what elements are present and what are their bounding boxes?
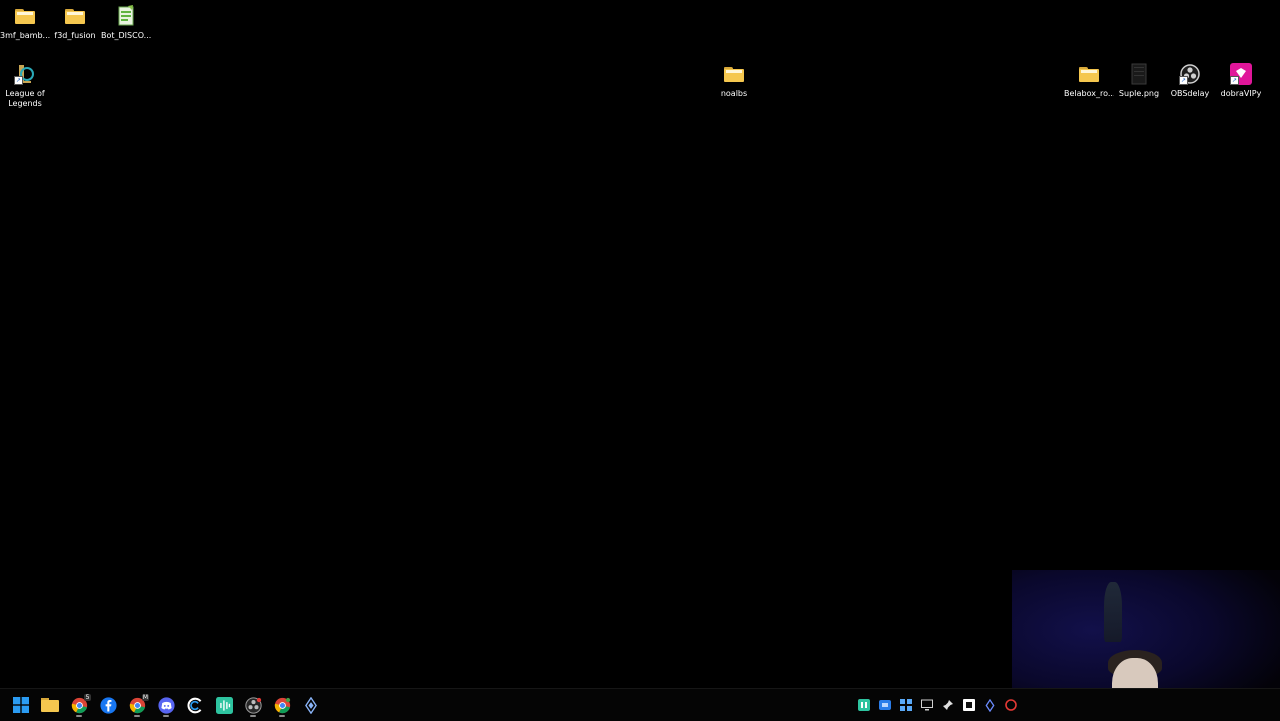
discord-icon [157, 696, 175, 714]
taskbar-pinned-apps: 5 M [8, 693, 327, 717]
notification-badge: 5 [84, 694, 91, 701]
taskbar-chrome-2[interactable]: M [124, 693, 150, 717]
waveform-icon [215, 696, 233, 714]
desktop-icon-obsdelay[interactable]: ↗ OBSdelay [1165, 63, 1215, 99]
grid-icon [899, 699, 912, 711]
tray-diamond[interactable] [981, 697, 998, 714]
red-app-icon [1004, 699, 1017, 711]
windows-logo-icon [13, 697, 29, 713]
shortcut-arrow-icon: ↗ [14, 76, 23, 85]
folder-icon [1078, 63, 1100, 85]
tray-green-app[interactable] [855, 697, 872, 714]
tray-monitor[interactable] [918, 697, 935, 714]
running-indicator [134, 715, 140, 717]
profile-badge: M [142, 694, 149, 701]
desktop-icon-label: OBSdelay [1170, 89, 1210, 98]
obs-icon [244, 696, 262, 714]
tray-red-app[interactable] [1002, 697, 1019, 714]
facebook-icon [99, 696, 117, 714]
desktop-icon-belabox[interactable]: Belabox_ro... [1064, 63, 1114, 99]
taskbar-obs[interactable] [240, 693, 266, 717]
desktop-icon-dobravipy[interactable]: ↗ dobraVIPy [1216, 63, 1266, 99]
desktop-icon-label: Belabox_ro... [1064, 89, 1114, 98]
desktop-icon-noalbs[interactable]: noalbs [709, 63, 759, 99]
image-file-icon [1128, 63, 1150, 85]
notepad-file-icon [115, 5, 137, 27]
diamond-icon [305, 696, 317, 714]
taskbar-chrome-3[interactable] [269, 693, 295, 717]
desktop-icon-label: League of Legends [5, 89, 45, 108]
tray-pin[interactable] [939, 697, 956, 714]
dobravipy-app-icon: ↗ [1230, 63, 1252, 85]
taskbar-ccleaner[interactable] [182, 693, 208, 717]
desktop-icon-suple-png[interactable]: Suple.png [1114, 63, 1164, 99]
taskbar-facebook[interactable] [95, 693, 121, 717]
desktop-icon-label: 3mf_bamb... [0, 31, 50, 40]
taskbar-discord[interactable] [153, 693, 179, 717]
diamond-icon [985, 698, 994, 712]
tray-blue-app[interactable] [876, 697, 893, 714]
taskbar-audio-app[interactable] [211, 693, 237, 717]
folder-icon [64, 5, 86, 27]
blue-app-icon [878, 700, 891, 710]
ccleaner-icon [186, 697, 201, 713]
running-indicator [250, 715, 256, 717]
desktop-icon-bot-discord[interactable]: Bot_DISCO... [101, 5, 151, 41]
desktop-icon-label: dobraVIPy [1220, 89, 1262, 98]
pin-icon [942, 700, 953, 710]
webcam-background-object [1104, 582, 1122, 642]
desktop-icon-label: Suple.png [1118, 89, 1160, 98]
start-button[interactable] [8, 693, 34, 717]
desktop-icon-label: f3d_fusion [54, 31, 96, 40]
league-of-legends-icon: ↗ [14, 63, 36, 85]
taskbar-app-diamond[interactable] [298, 693, 324, 717]
desktop-icon-label: Bot_DISCO... [101, 31, 151, 40]
folder-icon [14, 5, 36, 27]
obs-icon: ↗ [1179, 63, 1201, 85]
taskbar: 5 M [0, 688, 1280, 721]
taskbar-file-explorer[interactable] [37, 693, 63, 717]
box-icon [962, 699, 975, 711]
desktop-icon-3mf-bambu[interactable]: 3mf_bamb... [0, 5, 50, 41]
shortcut-arrow-icon: ↗ [1230, 76, 1239, 85]
shortcut-arrow-icon: ↗ [1179, 76, 1188, 85]
desktop-icon-label: noalbs [720, 89, 748, 98]
taskbar-chrome-1[interactable]: 5 [66, 693, 92, 717]
tray-box[interactable] [960, 697, 977, 714]
folder-icon [723, 63, 745, 85]
folder-icon [41, 698, 59, 712]
running-indicator [279, 715, 285, 717]
running-indicator [163, 715, 169, 717]
desktop-icon-league-of-legends[interactable]: ↗ League of Legends [0, 63, 50, 109]
tray-grid[interactable] [897, 697, 914, 714]
desktop-icon-f3d-fusion[interactable]: f3d_fusion [50, 5, 100, 41]
monitor-icon [920, 699, 933, 711]
system-tray [855, 695, 1023, 715]
running-indicator [76, 715, 82, 717]
chrome-icon [274, 697, 290, 713]
green-app-icon [857, 699, 870, 711]
